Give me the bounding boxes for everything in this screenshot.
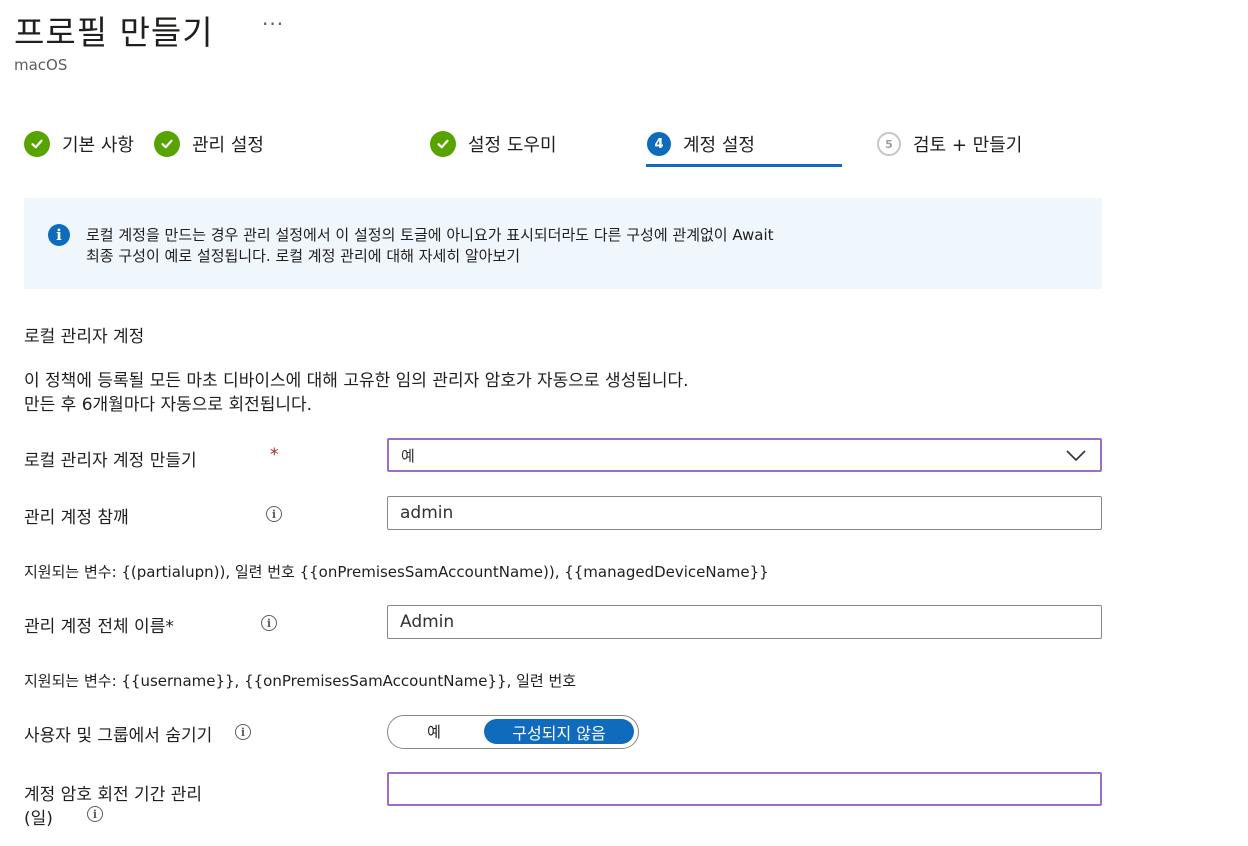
more-options-button[interactable]: ··· xyxy=(262,12,284,36)
step-management-settings[interactable]: 관리 설정 xyxy=(154,126,264,162)
step-label: 설정 도우미 xyxy=(468,135,557,156)
info-icon[interactable]: i xyxy=(261,615,277,631)
admin-short-name-label: 관리 계정 참깨 xyxy=(24,508,129,528)
info-icon[interactable]: i xyxy=(87,806,103,822)
step-label: 기본 사항 xyxy=(62,135,134,156)
admin-full-name-label: 관리 계정 전체 이름* xyxy=(24,617,174,637)
step-account-settings[interactable]: 4 계정 설정 xyxy=(647,126,755,162)
info-icon: i xyxy=(48,224,70,246)
step-number-badge: 4 xyxy=(647,132,671,156)
hide-from-users-toggle[interactable]: 예 구성되지 않음 xyxy=(387,715,639,749)
step-label: 계정 설정 xyxy=(683,135,755,156)
admin-full-name-input[interactable]: Admin xyxy=(387,605,1102,639)
info-icon[interactable]: i xyxy=(266,506,282,522)
description-line-2: 만든 후 6개월마다 자동으로 회전됩니다. xyxy=(24,395,313,415)
create-admin-label: 로컬 관리자 계정 만들기 xyxy=(24,451,197,471)
full-name-supported-variables: 지원되는 변수: {{username}}, {{onPremisesSamAc… xyxy=(24,672,577,690)
step-setup-assistant[interactable]: 설정 도우미 xyxy=(430,126,557,162)
info-banner: i 로컬 계정을 만드는 경우 관리 설정에서 이 설정의 토글에 아니요가 표… xyxy=(24,198,1102,289)
toggle-option-yes[interactable]: 예 xyxy=(388,716,480,747)
rotation-period-label: 계정 암호 회전 기간 관리 xyxy=(24,785,203,805)
short-name-supported-variables: 지원되는 변수: {(partialupn)), 일련 번호 {{onPremi… xyxy=(24,563,769,581)
input-value: admin xyxy=(400,503,454,523)
info-line-1: 로컬 계정을 만드는 경우 관리 설정에서 이 설정의 토글에 아니요가 표시되… xyxy=(86,226,774,244)
step-basics[interactable]: 기본 사항 xyxy=(24,126,134,162)
toggle-option-not-configured[interactable]: 구성되지 않음 xyxy=(484,719,634,744)
page-subtitle: macOS xyxy=(14,56,68,74)
rotation-period-input[interactable] xyxy=(387,772,1102,806)
hide-from-users-label: 사용자 및 그룹에서 숨기기 xyxy=(24,726,213,746)
create-admin-dropdown[interactable]: 예 xyxy=(387,438,1102,472)
check-icon xyxy=(430,131,456,157)
rotation-period-label-unit: (일) xyxy=(24,809,53,829)
section-description: 이 정책에 등록될 모든 마초 디바이스에 대해 고유한 임의 관리자 암호가 … xyxy=(24,369,1024,417)
input-value: Admin xyxy=(400,612,455,632)
section-title: 로컬 관리자 계정 xyxy=(24,327,145,347)
page-title: 프로필 만들기 xyxy=(14,13,214,52)
step-review-create[interactable]: 5 검토 + 만들기 xyxy=(877,126,1022,162)
required-indicator: * xyxy=(270,445,279,465)
step-label: 관리 설정 xyxy=(192,135,264,156)
step-label: 검토 + 만들기 xyxy=(913,135,1023,156)
description-line-1: 이 정책에 등록될 모든 마초 디바이스에 대해 고유한 임의 관리자 암호가 … xyxy=(24,371,689,391)
check-icon xyxy=(24,131,50,157)
dropdown-value: 예 xyxy=(401,446,415,465)
admin-short-name-input[interactable]: admin xyxy=(387,496,1102,530)
info-icon[interactable]: i xyxy=(235,724,251,740)
step-number-badge: 5 xyxy=(877,132,901,156)
create-profile-page: 프로필 만들기 ··· macOS 기본 사항 관리 설정 설정 도우미 4 계… xyxy=(0,0,1248,846)
active-step-indicator xyxy=(646,164,842,167)
chevron-down-icon xyxy=(1066,450,1086,462)
check-icon xyxy=(154,131,180,157)
info-banner-text: 로컬 계정을 만드는 경우 관리 설정에서 이 설정의 토글에 아니요가 표시되… xyxy=(86,225,1006,267)
info-line-2[interactable]: 최종 구성이 예로 설정됩니다. 로컬 계정 관리에 대해 자세히 알아보기 xyxy=(86,246,1006,267)
